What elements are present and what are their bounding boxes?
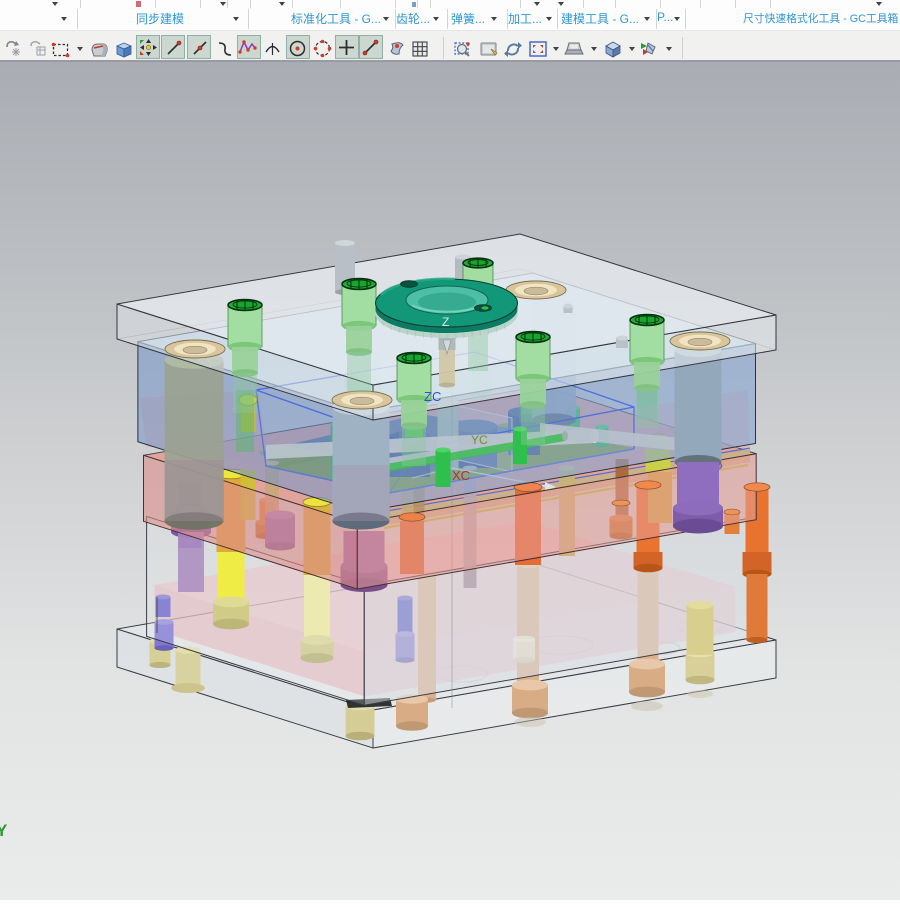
svg-text:XC: XC — [452, 468, 470, 483]
svg-text:YC: YC — [471, 433, 488, 447]
svg-text:ZC: ZC — [424, 389, 441, 404]
svg-text:Z: Z — [442, 315, 449, 329]
svg-text:Y: Y — [0, 821, 8, 840]
